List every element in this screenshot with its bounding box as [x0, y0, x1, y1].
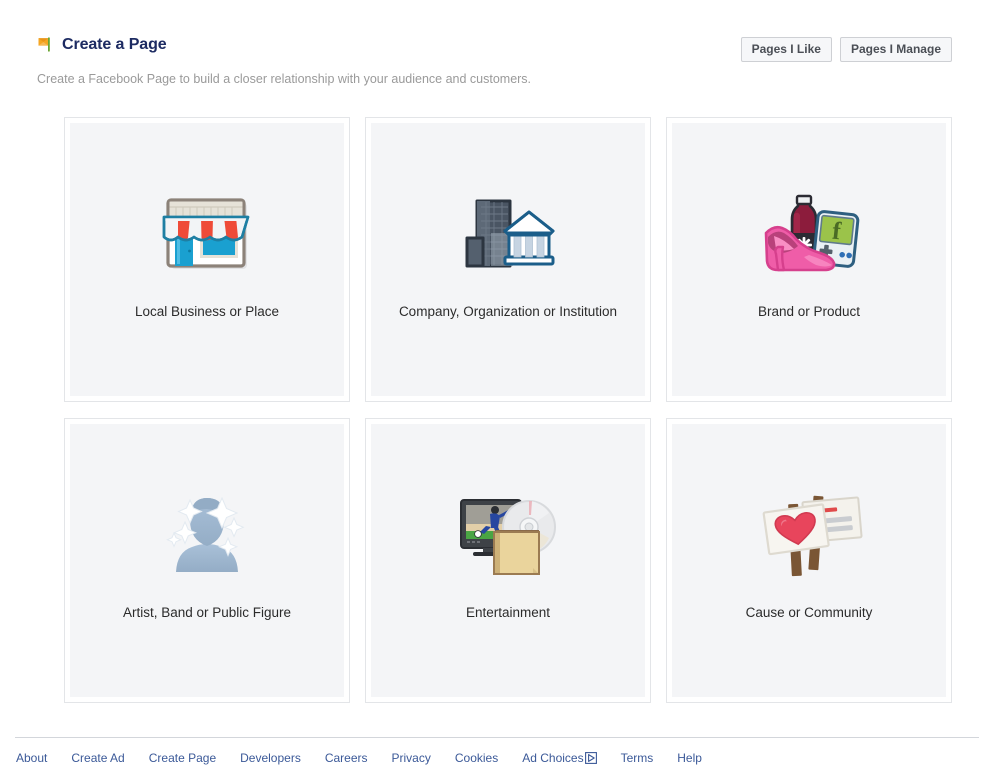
footer-link-cookies[interactable]: Cookies — [455, 750, 498, 766]
footer-link-create-page[interactable]: Create Page — [149, 750, 216, 766]
card-local-business[interactable]: Local Business or Place — [64, 117, 350, 402]
card-art — [371, 472, 645, 592]
card-brand-product[interactable]: f — [666, 117, 952, 402]
card-label: Brand or Product — [672, 303, 946, 320]
adchoices-triangle-icon — [585, 752, 597, 764]
footer-link-privacy[interactable]: Privacy — [392, 750, 431, 766]
sparkling-person-icon — [152, 482, 262, 582]
card-inner: f — [672, 123, 946, 396]
page-subtitle: Create a Facebook Page to build a closer… — [37, 71, 531, 87]
card-art: f — [672, 171, 946, 291]
card-entertainment[interactable]: Entertainment — [365, 418, 651, 703]
footer-link-ad-choices-wrap[interactable]: Ad Choices — [522, 750, 596, 766]
card-label: Entertainment — [371, 604, 645, 621]
page-type-grid: Local Business or Place — [64, 117, 952, 703]
shoe-bottle-gameboy-icon: f — [754, 181, 864, 281]
card-label: Local Business or Place — [70, 303, 344, 320]
title-row: Create a Page — [37, 36, 167, 53]
pages-i-like-button[interactable]: Pages I Like — [741, 37, 832, 62]
card-company-organization[interactable]: Company, Organization or Institution — [365, 117, 651, 402]
office-building-icon — [453, 181, 563, 281]
footer-links: About Create Ad Create Page Developers C… — [16, 750, 702, 766]
card-cause-community[interactable]: Cause or Community — [666, 418, 952, 703]
footer-divider — [15, 737, 979, 738]
card-inner: Local Business or Place — [70, 123, 344, 396]
card-art — [672, 472, 946, 592]
footer-link-help[interactable]: Help — [677, 750, 702, 766]
flag-icon — [37, 36, 54, 53]
tv-disc-book-icon — [453, 482, 563, 582]
page-title: Create a Page — [62, 36, 167, 53]
card-label: Cause or Community — [672, 604, 946, 621]
card-inner: Artist, Band or Public Figure — [70, 424, 344, 697]
create-page-screen: Create a Page Create a Facebook Page to … — [0, 0, 994, 779]
header-buttons: Pages I Like Pages I Manage — [741, 37, 952, 62]
footer-link-about[interactable]: About — [16, 750, 47, 766]
footer-link-careers[interactable]: Careers — [325, 750, 368, 766]
footer-link-terms[interactable]: Terms — [621, 750, 654, 766]
page-header: Create a Page Create a Facebook Page to … — [0, 0, 994, 100]
pages-i-manage-button[interactable]: Pages I Manage — [840, 37, 952, 62]
card-inner: Company, Organization or Institution — [371, 123, 645, 396]
card-label: Artist, Band or Public Figure — [70, 604, 344, 621]
card-inner: Cause or Community — [672, 424, 946, 697]
footer-link-developers[interactable]: Developers — [240, 750, 301, 766]
card-art — [70, 472, 344, 592]
footer-link-create-ad[interactable]: Create Ad — [71, 750, 124, 766]
protest-signs-icon — [754, 482, 864, 582]
card-label: Company, Organization or Institution — [371, 303, 645, 320]
card-art — [371, 171, 645, 291]
card-inner: Entertainment — [371, 424, 645, 697]
card-artist-band[interactable]: Artist, Band or Public Figure — [64, 418, 350, 703]
storefront-icon — [152, 181, 262, 281]
card-art — [70, 171, 344, 291]
footer-link-ad-choices[interactable]: Ad Choices — [522, 750, 583, 766]
